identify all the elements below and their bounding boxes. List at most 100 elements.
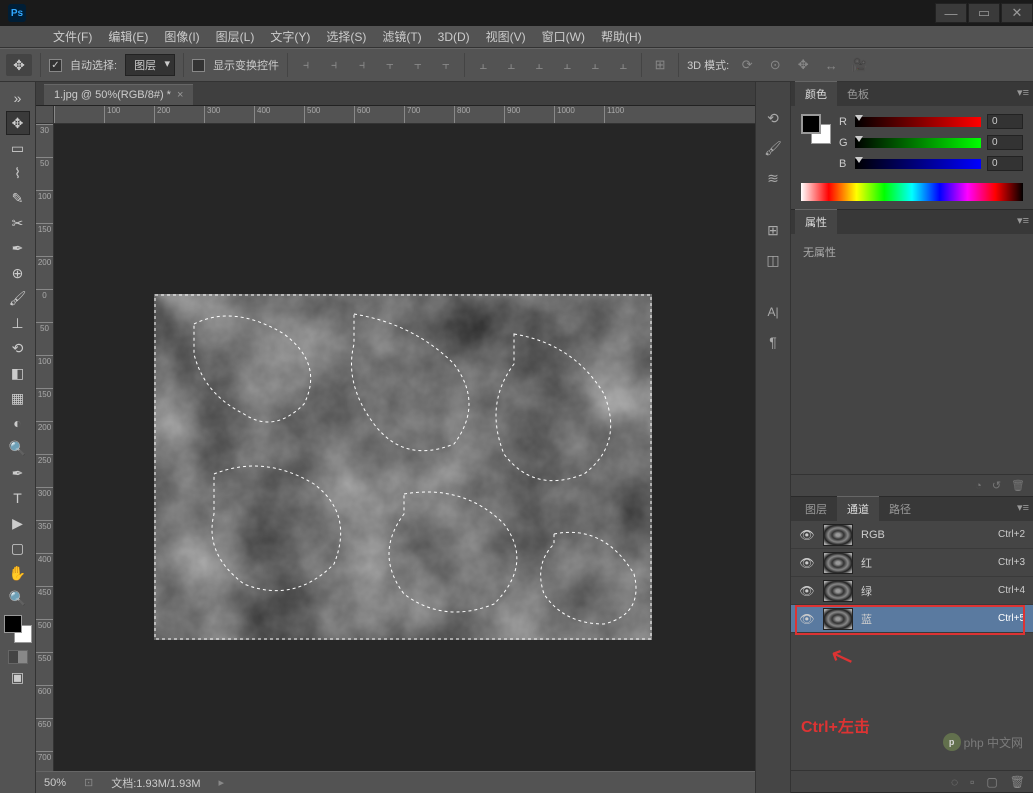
arrange-icon[interactable]: ⊞ bbox=[650, 55, 670, 75]
g-value-input[interactable]: 0 bbox=[987, 135, 1023, 150]
ruler-vertical[interactable]: 3050100150200050100150200250300350400450… bbox=[36, 124, 54, 771]
distribute-icon[interactable]: ⫠ bbox=[613, 55, 633, 75]
menu-image[interactable]: 图像(I) bbox=[156, 25, 207, 48]
gradient-tool[interactable]: ▦ bbox=[6, 386, 30, 410]
color-panel-swatches[interactable] bbox=[801, 114, 831, 144]
current-tool-icon[interactable]: ✥ bbox=[6, 54, 32, 76]
brushes-panel-icon[interactable]: ≋ bbox=[761, 166, 785, 190]
channel-row-蓝[interactable]: 👁蓝Ctrl+5 bbox=[791, 605, 1033, 633]
menu-file[interactable]: 文件(F) bbox=[45, 25, 100, 48]
history-brush-tool[interactable]: ⟲ bbox=[6, 336, 30, 360]
minimize-button[interactable]: — bbox=[935, 3, 967, 23]
brush-panel-icon[interactable]: 🖌 bbox=[761, 136, 785, 160]
move-tool[interactable]: ✥ bbox=[6, 111, 30, 135]
save-selection-icon[interactable]: ▫ bbox=[970, 775, 974, 789]
zoom-level[interactable]: 50% bbox=[44, 777, 66, 789]
props-icon[interactable]: ◔ bbox=[975, 480, 982, 492]
tab-properties[interactable]: 属性 bbox=[795, 209, 837, 234]
dodge-tool[interactable]: 🔍 bbox=[6, 436, 30, 460]
canvas-image[interactable] bbox=[154, 294, 652, 640]
trash-icon[interactable]: 🗑 bbox=[1010, 775, 1025, 789]
tab-swatches[interactable]: 色板 bbox=[837, 82, 879, 106]
path-select-tool[interactable]: ▶ bbox=[6, 511, 30, 535]
paragraph-panel-icon[interactable]: ¶ bbox=[761, 330, 785, 354]
distribute-v-icon[interactable]: ⫠ bbox=[501, 55, 521, 75]
zoom-tool[interactable]: 🔍 bbox=[6, 586, 30, 610]
visibility-eye-icon[interactable]: 👁 bbox=[799, 584, 815, 598]
ruler-horizontal[interactable]: 10020030040050060070080090010001100 bbox=[54, 106, 755, 124]
eyedropper-tool[interactable]: ✒ bbox=[6, 236, 30, 260]
quick-select-tool[interactable]: ✎ bbox=[6, 186, 30, 210]
brush-tool[interactable]: 🖌 bbox=[6, 286, 30, 310]
align-center-v-icon[interactable]: ⫟ bbox=[408, 55, 428, 75]
menu-view[interactable]: 视图(V) bbox=[478, 25, 534, 48]
align-top-icon[interactable]: ⫟ bbox=[380, 55, 400, 75]
align-bottom-icon[interactable]: ⫟ bbox=[436, 55, 456, 75]
screen-mode-tool[interactable]: ▣ bbox=[6, 665, 30, 689]
3d-roll-icon[interactable]: ⊙ bbox=[765, 55, 785, 75]
close-tab-icon[interactable]: × bbox=[177, 89, 183, 101]
r-value-input[interactable]: 0 bbox=[987, 114, 1023, 129]
b-slider[interactable] bbox=[855, 159, 981, 169]
auto-select-checkbox[interactable]: ✓ bbox=[49, 59, 62, 72]
tab-layers[interactable]: 图层 bbox=[795, 497, 837, 521]
document-tab[interactable]: 1.jpg @ 50%(RGB/8#) * × bbox=[44, 84, 193, 105]
color-swatches[interactable] bbox=[4, 615, 32, 643]
visibility-eye-icon[interactable]: 👁 bbox=[799, 612, 815, 626]
tab-paths[interactable]: 路径 bbox=[879, 497, 921, 521]
collapse-icon[interactable]: » bbox=[6, 86, 30, 110]
r-slider[interactable] bbox=[855, 117, 981, 127]
panel-menu-icon[interactable]: ▾≡ bbox=[1017, 501, 1029, 514]
healing-tool[interactable]: ⊕ bbox=[6, 261, 30, 285]
load-selection-icon[interactable]: ◌ bbox=[951, 775, 958, 789]
hand-tool[interactable]: ✋ bbox=[6, 561, 30, 585]
zoom-icon[interactable]: ⊡ bbox=[84, 776, 93, 789]
shape-tool[interactable]: ▢ bbox=[6, 536, 30, 560]
foreground-color[interactable] bbox=[4, 615, 22, 633]
distribute-icon[interactable]: ⫠ bbox=[529, 55, 549, 75]
close-button[interactable]: ✕ bbox=[1001, 3, 1033, 23]
3d-orbit-icon[interactable]: ⟳ bbox=[737, 55, 757, 75]
type-tool[interactable]: T bbox=[6, 486, 30, 510]
visibility-eye-icon[interactable]: 👁 bbox=[799, 528, 815, 542]
channel-row-绿[interactable]: 👁绿Ctrl+4 bbox=[791, 577, 1033, 605]
stamp-tool[interactable]: ⊥ bbox=[6, 311, 30, 335]
menu-window[interactable]: 窗口(W) bbox=[534, 25, 593, 48]
new-channel-icon[interactable]: ▢ bbox=[986, 775, 997, 789]
unknown-panel-icon[interactable]: ◫ bbox=[761, 248, 785, 272]
color-spectrum[interactable] bbox=[801, 183, 1023, 201]
menu-edit[interactable]: 编辑(E) bbox=[100, 25, 156, 48]
clone-panel-icon[interactable]: ⊞ bbox=[761, 218, 785, 242]
3d-pan-icon[interactable]: ✥ bbox=[793, 55, 813, 75]
eraser-tool[interactable]: ◧ bbox=[6, 361, 30, 385]
align-left-icon[interactable]: ⫞ bbox=[296, 55, 316, 75]
b-value-input[interactable]: 0 bbox=[987, 156, 1023, 171]
channel-row-红[interactable]: 👁红Ctrl+3 bbox=[791, 549, 1033, 577]
character-panel-icon[interactable]: A| bbox=[761, 300, 785, 324]
align-center-h-icon[interactable]: ⫞ bbox=[324, 55, 344, 75]
3d-slide-icon[interactable]: ↔ bbox=[821, 55, 841, 75]
pen-tool[interactable]: ✒ bbox=[6, 461, 30, 485]
crop-tool[interactable]: ✂ bbox=[6, 211, 30, 235]
menu-filter[interactable]: 滤镜(T) bbox=[374, 25, 429, 48]
menu-select[interactable]: 选择(S) bbox=[318, 25, 374, 48]
distribute-h-icon[interactable]: ⫠ bbox=[473, 55, 493, 75]
fg-color-swatch[interactable] bbox=[801, 114, 821, 134]
3d-zoom-icon[interactable]: 🎥 bbox=[849, 55, 869, 75]
status-arrow-icon[interactable]: ▸ bbox=[219, 776, 225, 789]
menu-layer[interactable]: 图层(L) bbox=[208, 25, 263, 48]
visibility-eye-icon[interactable]: 👁 bbox=[799, 556, 815, 570]
align-right-icon[interactable]: ⫞ bbox=[352, 55, 372, 75]
tab-channels[interactable]: 通道 bbox=[837, 496, 879, 521]
distribute-icon[interactable]: ⫠ bbox=[585, 55, 605, 75]
lasso-tool[interactable]: ⌇ bbox=[6, 161, 30, 185]
trash-icon[interactable]: 🗑 bbox=[1011, 479, 1025, 492]
tab-color[interactable]: 颜色 bbox=[795, 81, 837, 106]
g-slider[interactable] bbox=[855, 138, 981, 148]
blur-tool[interactable]: ◐ bbox=[6, 411, 30, 435]
history-panel-icon[interactable]: ⟲ bbox=[761, 106, 785, 130]
menu-help[interactable]: 帮助(H) bbox=[593, 25, 650, 48]
props-reset-icon[interactable]: ↺ bbox=[992, 479, 1001, 492]
menu-3d[interactable]: 3D(D) bbox=[430, 27, 478, 47]
auto-select-dropdown[interactable]: 图层 bbox=[125, 54, 175, 76]
